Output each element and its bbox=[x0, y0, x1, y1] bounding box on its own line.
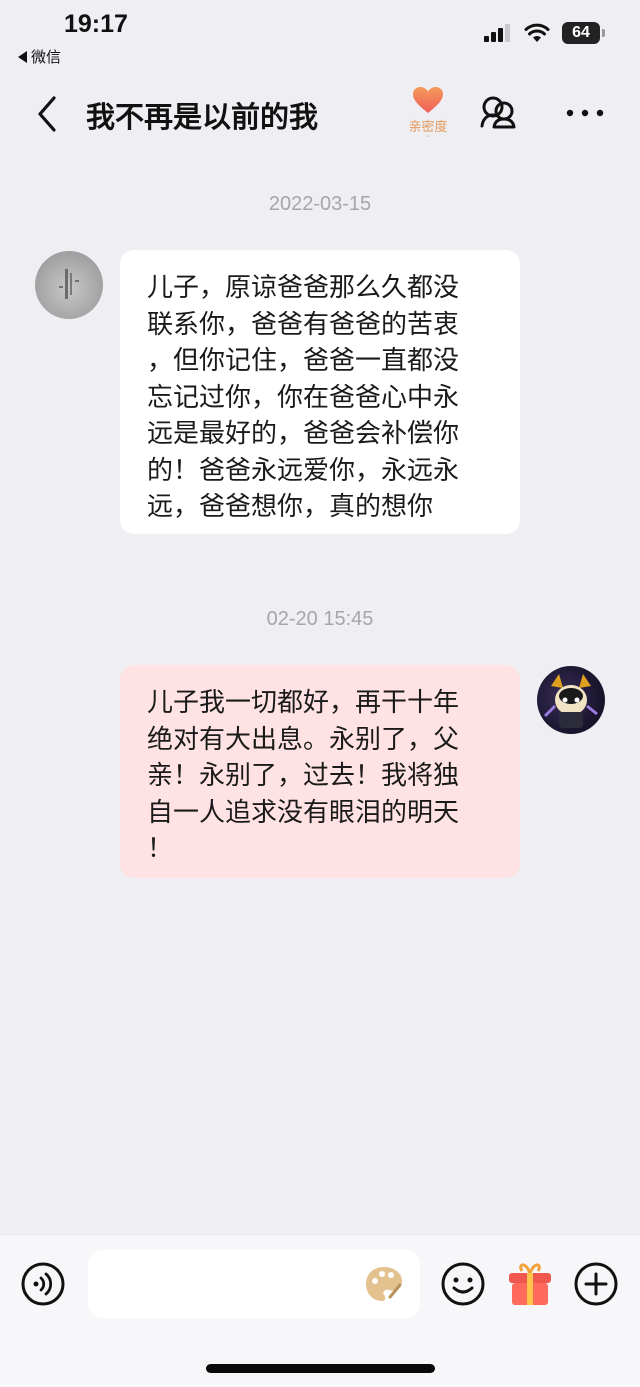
message-line: 的！爸爸永远爱你，永远永 bbox=[147, 455, 460, 486]
my-avatar[interactable] bbox=[537, 666, 605, 734]
signal-icon bbox=[484, 24, 510, 42]
back-to-app-link[interactable]: 微信 bbox=[18, 46, 61, 67]
status-time: 19:17 bbox=[64, 10, 128, 38]
back-chevron-icon[interactable] bbox=[30, 94, 66, 134]
voice-icon[interactable] bbox=[20, 1261, 66, 1307]
message-timestamp: 2022-03-15 bbox=[268, 193, 372, 215]
more-icon[interactable] bbox=[565, 103, 605, 123]
message-line: 远是最好的，爸爸会补偿你 bbox=[147, 419, 460, 449]
friend-settings-icon[interactable] bbox=[478, 93, 518, 133]
message-line: 亲！永别了，过去！我将独 bbox=[147, 761, 460, 791]
emoji-icon[interactable] bbox=[440, 1261, 486, 1307]
back-app-label: 微信 bbox=[31, 48, 62, 66]
palette-icon[interactable] bbox=[364, 1265, 404, 1303]
avatar-image bbox=[543, 674, 598, 728]
plus-icon[interactable] bbox=[573, 1261, 619, 1307]
message-line: ，但你记住，爸爸一直都没 bbox=[147, 346, 460, 376]
chat-screen: 19:17 微信 64 我不再是以前的我 亲密度 - 2022-03-15 儿子… bbox=[0, 0, 640, 1387]
heart-icon bbox=[413, 87, 443, 113]
status-indicators: 64 bbox=[484, 22, 605, 44]
message-timestamp: 02-20 15:45 bbox=[266, 608, 374, 630]
avatar-image bbox=[59, 269, 79, 299]
message-line: 儿子，原谅爸爸那么久都没 bbox=[147, 273, 460, 303]
battery-indicator: 64 bbox=[562, 22, 605, 44]
message-line: 忘记过你，你在爸爸心中永 bbox=[147, 382, 460, 413]
home-indicator bbox=[206, 1364, 435, 1373]
back-arrow-icon bbox=[18, 50, 27, 63]
message-line: ！ bbox=[147, 834, 174, 864]
message-bubble-received[interactable]: 儿子，原谅爸爸那么久都没 联系你，爸爸有爸爸的苦衷 ，但你记住，爸爸一直都没 忘… bbox=[120, 250, 520, 534]
intimacy-button[interactable]: 亲密度 - bbox=[400, 86, 456, 148]
message-line: 儿子我一切都好，再干十年 bbox=[147, 688, 460, 718]
contact-avatar[interactable] bbox=[35, 251, 103, 319]
message-line: 远，爸爸想你，真的想你 bbox=[147, 492, 434, 522]
message-line: 自一人追求没有眼泪的明天 bbox=[147, 797, 460, 828]
wifi-icon bbox=[524, 23, 550, 42]
chat-title: 我不再是以前的我 bbox=[86, 100, 319, 134]
message-bubble-sent[interactable]: 儿子我一切都好，再干十年 绝对有大出息。永别了，父 亲！永别了，过去！我将独 自… bbox=[120, 665, 520, 878]
gift-icon[interactable] bbox=[506, 1261, 554, 1307]
message-line: 绝对有大出息。永别了，父 bbox=[147, 724, 460, 755]
message-line: 联系你，爸爸有爸爸的苦衷 bbox=[147, 309, 460, 340]
